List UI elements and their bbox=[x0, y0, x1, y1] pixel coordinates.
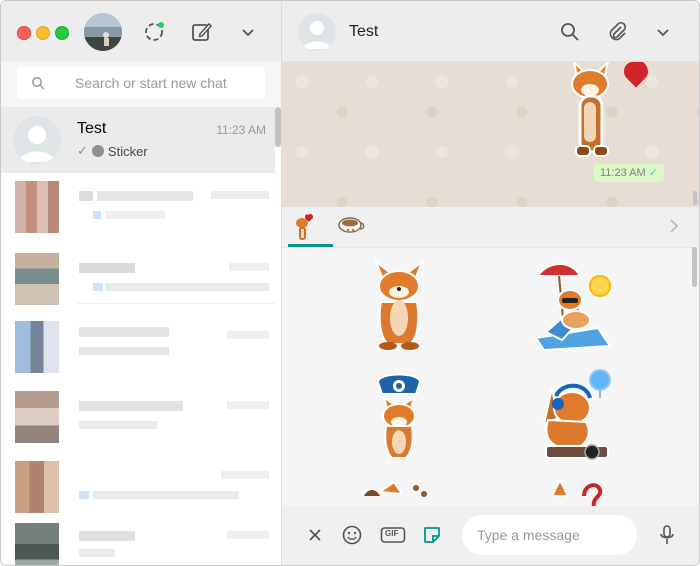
search-input[interactable]: Search or start new chat bbox=[17, 67, 265, 99]
new-chat-icon[interactable] bbox=[190, 20, 214, 44]
sticker-grid bbox=[282, 248, 699, 506]
list-item[interactable] bbox=[1, 245, 275, 317]
search-icon[interactable] bbox=[558, 20, 582, 44]
sticker-grid-scrollbar[interactable] bbox=[692, 247, 697, 287]
chat-preview-text: Sticker bbox=[107, 143, 148, 159]
menu-chevron-icon[interactable] bbox=[236, 20, 260, 44]
sticker-fox-partial-1[interactable] bbox=[354, 478, 444, 506]
search-placeholder: Search or start new chat bbox=[75, 75, 227, 91]
sticker-pack-tab-fox[interactable] bbox=[288, 211, 333, 247]
messages-scrollbar[interactable] bbox=[693, 191, 697, 205]
zoom-window-button[interactable] bbox=[55, 26, 69, 40]
sticker-fox-dj[interactable] bbox=[528, 368, 618, 463]
chat-time: 11:23 AM bbox=[216, 123, 266, 137]
message-input[interactable]: Type a message bbox=[462, 515, 637, 555]
contact-name[interactable]: Test bbox=[349, 23, 378, 41]
left-header bbox=[1, 1, 281, 61]
emoji-icon[interactable] bbox=[341, 524, 363, 546]
sticker-icon[interactable] bbox=[421, 524, 443, 546]
sent-check-icon: ✓ bbox=[77, 143, 88, 158]
list-item[interactable] bbox=[1, 173, 275, 245]
close-window-button[interactable] bbox=[17, 26, 31, 40]
my-avatar[interactable] bbox=[84, 13, 122, 51]
list-item[interactable] bbox=[1, 313, 275, 385]
sent-sticker[interactable] bbox=[564, 62, 664, 162]
chat-item-test[interactable]: Test 11:23 AM ✓ Sticker bbox=[1, 107, 275, 173]
message-area: 11:23 AM ✓ bbox=[282, 62, 699, 207]
status-icon[interactable] bbox=[142, 20, 166, 44]
sticker-tray-tabs bbox=[282, 207, 699, 248]
gif-icon[interactable]: GIF bbox=[380, 524, 406, 546]
contact-avatar[interactable] bbox=[298, 13, 336, 51]
attach-icon[interactable] bbox=[605, 20, 629, 44]
message-time-text: 11:23 AM bbox=[600, 167, 646, 179]
message-timestamp: 11:23 AM ✓ bbox=[594, 164, 664, 182]
sticker-pack-tab-coffee[interactable] bbox=[334, 211, 370, 243]
sticker-fox-partial-2[interactable] bbox=[528, 477, 618, 506]
list-item[interactable] bbox=[1, 383, 275, 455]
search-bar: Search or start new chat bbox=[1, 61, 281, 107]
gif-label: GIF bbox=[385, 529, 399, 538]
microphone-icon[interactable] bbox=[656, 524, 678, 546]
chat-list: Test 11:23 AM ✓ Sticker bbox=[1, 107, 281, 565]
minimize-window-button[interactable] bbox=[36, 26, 50, 40]
conversation-pane: Test 11:23 AM ✓ GIF Type a message bbox=[282, 1, 699, 565]
app-window: Search or start new chat Test 11:23 AM ✓… bbox=[0, 0, 700, 566]
sticker-fox-beach[interactable] bbox=[528, 258, 618, 353]
composer: GIF Type a message bbox=[282, 506, 699, 565]
close-icon[interactable] bbox=[304, 524, 326, 546]
chat-list-pane: Search or start new chat Test 11:23 AM ✓… bbox=[1, 1, 282, 565]
divider bbox=[77, 303, 275, 304]
menu-chevron-icon[interactable] bbox=[651, 20, 675, 44]
list-item[interactable] bbox=[1, 515, 275, 565]
conversation-header: Test bbox=[282, 1, 699, 62]
chevron-right-icon[interactable] bbox=[667, 217, 681, 235]
sticker-icon bbox=[91, 145, 104, 157]
message-input-placeholder: Type a message bbox=[477, 527, 580, 543]
read-check-icon: ✓ bbox=[648, 167, 658, 179]
chat-name: Test bbox=[77, 120, 107, 137]
avatar bbox=[13, 116, 61, 164]
chat-list-scrollbar[interactable] bbox=[275, 107, 281, 147]
chat-preview: ✓ Sticker bbox=[77, 143, 148, 159]
sticker-fox-sitting[interactable] bbox=[354, 258, 444, 353]
sticker-fox-phone[interactable] bbox=[354, 368, 444, 463]
search-icon bbox=[31, 76, 45, 90]
